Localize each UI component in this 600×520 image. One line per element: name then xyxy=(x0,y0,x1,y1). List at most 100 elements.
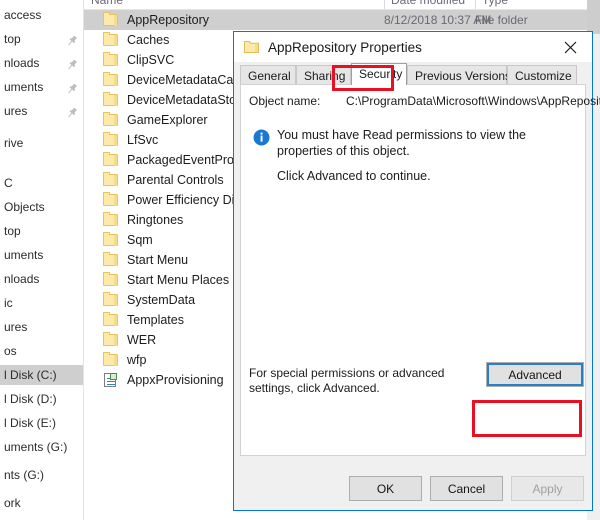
nav-item-local-disk-d[interactable]: l Disk (D:) xyxy=(0,389,83,409)
column-header-type[interactable]: Type xyxy=(482,0,508,9)
nav-item-documents-g[interactable]: uments (G:) xyxy=(0,437,83,457)
column-divider[interactable] xyxy=(384,0,385,9)
folder-icon xyxy=(103,152,119,167)
nav-item-label: ork xyxy=(4,496,21,510)
click-advanced-message: Click Advanced to continue. xyxy=(277,169,431,183)
tab-sharing[interactable]: Sharing xyxy=(296,65,351,85)
tab-general[interactable]: General xyxy=(240,65,296,85)
nav-item-label: rive xyxy=(4,136,24,150)
nav-item-label: nloads xyxy=(4,56,40,70)
nav-item-pictures[interactable]: ures xyxy=(0,317,83,337)
file-name: Ringtones xyxy=(127,213,184,227)
file-name: wfp xyxy=(127,353,147,367)
info-icon xyxy=(253,129,270,146)
nav-item-documents[interactable]: uments xyxy=(0,245,83,265)
nav-item-pictures[interactable]: ures xyxy=(0,101,83,121)
tab-strip[interactable]: General Sharing Security Previous Versions C… xyxy=(234,62,592,85)
advanced-button[interactable]: Advanced xyxy=(486,362,584,387)
nav-item-label: C xyxy=(4,176,13,190)
tab-previous-versions[interactable]: Previous Versions xyxy=(407,65,511,85)
folder-icon xyxy=(103,52,119,67)
file-name: Templates xyxy=(127,313,184,327)
folder-icon xyxy=(103,72,119,87)
column-header-row: Name Date modified Type xyxy=(84,0,600,10)
tab-customize[interactable]: Customize xyxy=(507,65,577,85)
folder-icon xyxy=(103,292,119,307)
nav-item-label: l Disk (D:) xyxy=(4,392,57,406)
folder-icon xyxy=(244,40,259,53)
folder-icon xyxy=(103,92,119,107)
nav-item-documents[interactable]: uments xyxy=(0,77,83,97)
file-type: File folder xyxy=(475,13,528,27)
dialog-command-row: OK Cancel Apply xyxy=(234,476,594,502)
pin-icon[interactable] xyxy=(66,81,78,94)
nav-item-desktop[interactable]: top xyxy=(0,221,83,241)
pin-icon[interactable] xyxy=(66,33,78,46)
folder-icon xyxy=(103,132,119,147)
nav-item-videos[interactable]: os xyxy=(0,341,83,361)
nav-item-local-disk-c[interactable]: l Disk (C:) xyxy=(0,365,83,385)
nav-item-label: nts (G:) xyxy=(4,468,45,482)
dialog-title-bar[interactable]: AppRepository Properties xyxy=(234,32,592,62)
folder-icon xyxy=(103,172,119,187)
file-name: Power Efficiency Dia xyxy=(127,193,242,207)
nav-item-3d-objects[interactable]: Objects xyxy=(0,197,83,217)
nav-item-label: ures xyxy=(4,320,28,334)
file-name: Start Menu Places xyxy=(127,273,230,287)
folder-icon xyxy=(103,12,119,27)
info-message: You must have Read permissions to view t… xyxy=(277,128,526,158)
object-name-value: C:\ProgramData\Microsoft\Windows\AppRepo… xyxy=(346,94,600,108)
column-divider[interactable] xyxy=(475,0,476,9)
nav-item-downloads[interactable]: nloads xyxy=(0,269,83,289)
cancel-button[interactable]: Cancel xyxy=(430,476,503,501)
folder-icon xyxy=(103,32,119,47)
apply-button: Apply xyxy=(511,476,584,501)
folder-icon xyxy=(103,352,119,367)
file-name: Parental Controls xyxy=(127,173,224,187)
file-name: SystemData xyxy=(127,293,196,307)
file-name: AppRepository xyxy=(127,13,209,27)
ok-button[interactable]: OK xyxy=(349,476,422,501)
table-row[interactable]: AppRepository 8/12/2018 10:37 AM File fold… xyxy=(84,10,587,30)
nav-item-quick-access[interactable]: access xyxy=(0,5,83,25)
file-name: GameExplorer xyxy=(127,113,208,127)
navigation-pane[interactable]: access top nloads uments ures rive C Objects top… xyxy=(0,0,84,520)
file-name: LfSvc xyxy=(127,133,159,147)
file-name: PackagedEventProvi xyxy=(127,153,244,167)
file-name: DeviceMetadataStor xyxy=(127,93,241,107)
file-name: Caches xyxy=(127,33,170,47)
nav-item-label: top xyxy=(4,32,21,46)
nav-item-label: uments (G:) xyxy=(4,440,68,454)
tab-security[interactable]: Security xyxy=(351,63,407,85)
file-name: Sqm xyxy=(127,233,153,247)
nav-item-label: ures xyxy=(4,104,28,118)
nav-item-label: l Disk (C:) xyxy=(4,368,57,382)
nav-item-label: l Disk (E:) xyxy=(4,416,56,430)
nav-item-desktop[interactable]: top xyxy=(0,29,83,49)
nav-item-label: Objects xyxy=(4,200,45,214)
close-icon[interactable] xyxy=(548,32,592,62)
object-name-label: Object name: xyxy=(249,94,321,108)
nav-item-network[interactable]: ork xyxy=(0,493,83,513)
nav-item-onedrive[interactable]: rive xyxy=(0,133,83,153)
security-tab-page: Object name: C:\ProgramData\Microsoft\Wi… xyxy=(240,84,600,456)
folder-icon xyxy=(103,272,119,287)
nav-item-label: top xyxy=(4,224,21,238)
nav-item-local-disk-e[interactable]: l Disk (E:) xyxy=(0,413,83,433)
nav-item-music[interactable]: ic xyxy=(0,293,83,313)
file-name: WER xyxy=(127,333,157,347)
folder-icon xyxy=(103,312,119,327)
nav-item-this-pc[interactable]: C xyxy=(0,173,83,193)
folder-icon xyxy=(103,332,119,347)
pin-icon[interactable] xyxy=(66,105,78,118)
nav-item-documents-g[interactable]: nts (G:) xyxy=(0,465,83,485)
pin-icon[interactable] xyxy=(66,57,78,70)
file-name: Start Menu xyxy=(127,253,189,267)
column-header-name[interactable]: Name xyxy=(91,0,123,9)
nav-item-downloads[interactable]: nloads xyxy=(0,53,83,73)
nav-item-label: access xyxy=(4,8,42,22)
scrollbar-thumb[interactable] xyxy=(587,0,600,34)
folder-icon xyxy=(103,252,119,267)
column-header-date-modified[interactable]: Date modified xyxy=(391,0,465,9)
nav-item-label: nloads xyxy=(4,272,40,286)
